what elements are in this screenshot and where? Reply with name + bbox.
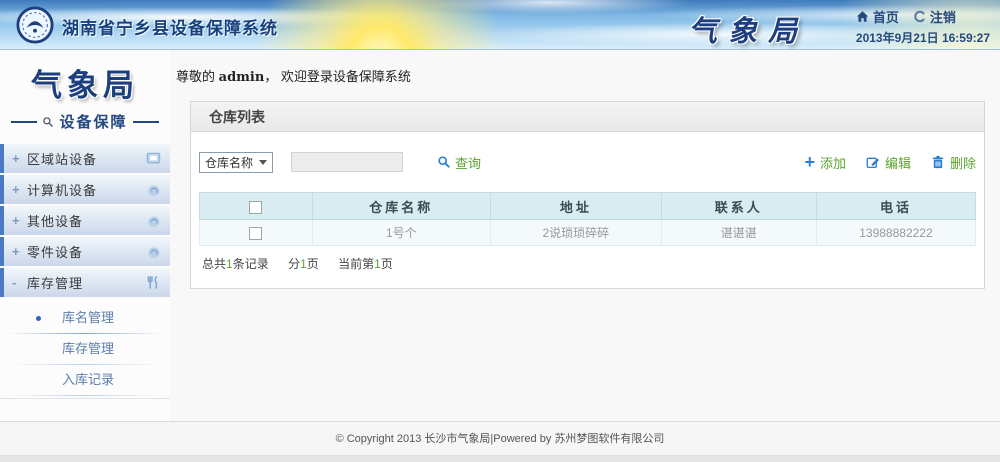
column-header-name: 仓库名称 xyxy=(312,193,490,220)
pagination: 总共1条记录 分1页 当前第1页 xyxy=(199,255,976,272)
cell-warehouse-name: 1号个 xyxy=(312,220,490,246)
active-bullet-icon xyxy=(36,316,41,321)
sidebar-item-parts-equipment[interactable]: + 零件设备 xyxy=(0,237,170,266)
sidebar-item-region-station-equipment[interactable]: + 区域站设备 xyxy=(0,144,170,173)
warehouse-list-panel: 仓库列表 仓库名称 查询 xyxy=(190,101,985,289)
datetime: 2013年9月21日 16:59:27 xyxy=(856,29,990,46)
system-title: 湖南省宁乡县设备保障系统 xyxy=(62,14,278,39)
footer: © Copyright 2013 长沙市气象局|Powered by 苏州梦图软… xyxy=(0,421,1000,462)
magnifier-icon xyxy=(42,116,54,128)
copyright-text: © Copyright 2013 长沙市气象局|Powered by 苏州梦图软… xyxy=(0,421,1000,455)
main-content: 尊敬的 admin， 欢迎登录设备保障系统 仓库列表 仓库名称 xyxy=(170,50,1000,430)
app-window: 湖南省宁乡县设备保障系统 气象局 首页 注销 2013年9月21日 16:59:… xyxy=(0,0,1000,462)
home-icon xyxy=(856,10,869,23)
logout-link[interactable]: 注销 xyxy=(913,7,956,26)
search-field-select[interactable]: 仓库名称 xyxy=(199,152,273,173)
pages-count: 1 xyxy=(300,257,307,271)
edit-icon xyxy=(866,155,880,169)
add-button[interactable]: + 添加 xyxy=(804,153,846,172)
plus-icon: + xyxy=(804,155,815,169)
agency-name: 气象局 xyxy=(688,8,808,50)
expand-plus: + xyxy=(12,244,27,259)
app-header: 湖南省宁乡县设备保障系统 气象局 首页 注销 2013年9月21日 16:59:… xyxy=(0,0,1000,50)
column-header-contact: 联系人 xyxy=(661,193,816,220)
column-header-address: 地址 xyxy=(490,193,661,220)
sidebar-item-inventory-management[interactable]: - 库存管理 xyxy=(0,268,170,297)
divider-dash xyxy=(133,121,159,123)
home-label: 首页 xyxy=(873,7,899,26)
sidebar: 气象局 设备保障 + 区域站设备 + 计算 xyxy=(0,50,170,430)
sidebar-menu: + 区域站设备 + 计算机设备 + 其他设备 xyxy=(0,144,170,399)
toolbar: 仓库名称 查询 + 添加 xyxy=(199,146,976,178)
expand-minus: - xyxy=(12,275,27,290)
panel-body: 仓库名称 查询 + 添加 xyxy=(191,132,984,288)
sidebar-subitem-inventory-management[interactable]: 库存管理 xyxy=(0,334,170,364)
content-area: 气象局 设备保障 + 区域站设备 + 计算 xyxy=(0,50,1000,430)
welcome-message: 尊敬的 admin， 欢迎登录设备保障系统 xyxy=(174,66,985,85)
table-row[interactable]: 1号个 2说琐琐碎碎 谌谌谌 13988882222 xyxy=(200,220,976,246)
query-button[interactable]: 查询 xyxy=(437,153,481,172)
sidebar-brand: 气象局 xyxy=(0,58,170,105)
divider-dash xyxy=(11,121,37,123)
logout-label: 注销 xyxy=(930,7,956,26)
action-buttons: + 添加 编辑 xyxy=(804,153,976,172)
footer-strip xyxy=(0,455,1000,462)
sidebar-subitem-warehouse-name-management[interactable]: 库名管理 xyxy=(0,303,170,333)
sidebar-item-computer-equipment[interactable]: + 计算机设备 xyxy=(0,175,170,204)
current-page-number: 1 xyxy=(374,257,381,271)
cell-phone: 13988882222 xyxy=(816,220,975,246)
logout-icon xyxy=(913,10,926,23)
inventory-submenu: 库名管理 库存管理 入库记录 xyxy=(0,299,170,399)
column-header-phone: 电话 xyxy=(816,193,975,220)
home-link[interactable]: 首页 xyxy=(856,7,899,26)
header-right: 首页 注销 2013年9月21日 16:59:27 xyxy=(856,7,990,46)
chevron-down-icon xyxy=(259,160,267,165)
sidebar-subtitle: 设备保障 xyxy=(59,111,127,132)
swirl-icon xyxy=(146,213,161,228)
monitor-icon xyxy=(146,151,161,166)
expand-plus: + xyxy=(12,213,27,228)
weather-bureau-logo-icon xyxy=(16,6,54,44)
row-checkbox[interactable] xyxy=(249,227,262,240)
cell-address: 2说琐琐碎碎 xyxy=(490,220,661,246)
sidebar-subtitle-row: 设备保障 xyxy=(0,111,170,132)
submenu-divider xyxy=(8,395,162,396)
select-all-checkbox[interactable] xyxy=(249,201,262,214)
warehouse-table: 仓库名称 地址 联系人 电话 1号个 2说琐琐碎碎 谌谌谌 xyxy=(199,192,976,246)
trash-icon xyxy=(931,155,945,169)
table-header-row: 仓库名称 地址 联系人 电话 xyxy=(200,193,976,220)
expand-plus: + xyxy=(12,182,27,197)
expand-plus: + xyxy=(12,151,27,166)
edit-button[interactable]: 编辑 xyxy=(866,153,911,172)
username: admin xyxy=(219,70,265,85)
sidebar-item-other-equipment[interactable]: + 其他设备 xyxy=(0,206,170,235)
cell-contact: 谌谌谌 xyxy=(661,220,816,246)
sidebar-subitem-inbound-records[interactable]: 入库记录 xyxy=(0,365,170,395)
swirl-icon xyxy=(146,244,161,259)
total-records-count: 1 xyxy=(226,257,233,271)
search-input[interactable] xyxy=(291,152,403,172)
swirl-icon xyxy=(146,182,161,197)
panel-title: 仓库列表 xyxy=(191,102,984,132)
tools-icon xyxy=(146,275,161,290)
delete-button[interactable]: 删除 xyxy=(931,153,976,172)
search-icon xyxy=(437,155,451,169)
